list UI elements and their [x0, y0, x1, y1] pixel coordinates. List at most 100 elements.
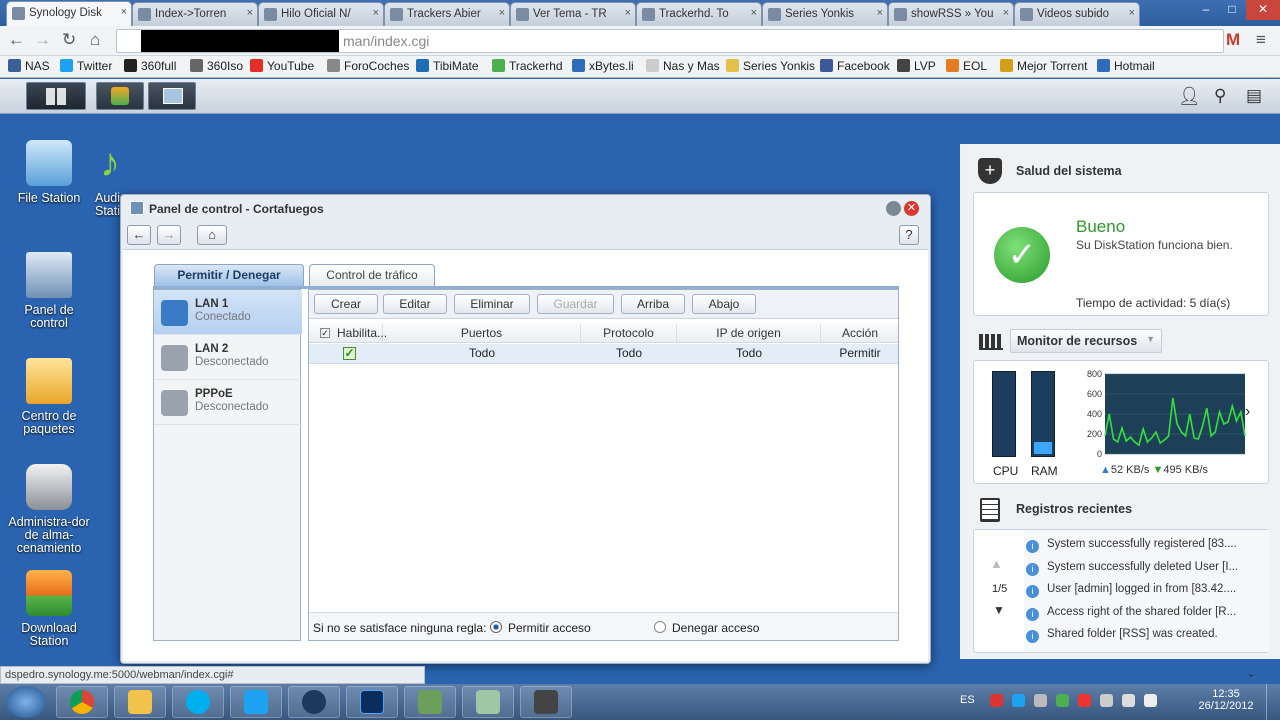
log-entry[interactable]: i Access right of the shared folder [R...	[1026, 606, 1236, 621]
clock[interactable]: 12:35 26/12/2012	[1196, 688, 1256, 712]
edit-button[interactable]: Editar	[383, 294, 447, 314]
forward-icon[interactable]: →	[34, 31, 51, 49]
storage-manager-icon[interactable]: Administra-dor de alma-cenamiento	[4, 464, 94, 555]
down-button[interactable]: Abajo	[692, 294, 756, 314]
main-menu-button[interactable]	[26, 82, 86, 110]
show-desktop-button[interactable]	[1266, 684, 1280, 720]
chrome-taskbar-icon[interactable]	[56, 686, 108, 718]
minimize-window-icon[interactable]	[886, 201, 901, 216]
bookmark-item[interactable]: LVP	[897, 59, 936, 73]
bookmark-item[interactable]: YouTube	[250, 59, 314, 73]
editor-taskbar-icon[interactable]	[404, 686, 456, 718]
window-back-button[interactable]: ←	[127, 225, 151, 245]
tab-close-icon[interactable]: ×	[625, 7, 631, 19]
download-station-desktop-icon[interactable]: Download Station	[4, 570, 94, 648]
reload-icon[interactable]: ↻	[62, 31, 76, 49]
browser-tab[interactable]: Trackers Abier ×	[384, 2, 510, 26]
deny-access-label[interactable]: Denegar acceso	[672, 621, 759, 635]
deny-access-radio[interactable]	[654, 621, 666, 633]
bookmark-item[interactable]: xBytes.li	[572, 59, 634, 73]
home-icon[interactable]: ⌂	[90, 31, 100, 49]
gmail-icon[interactable]: M	[1226, 31, 1240, 49]
tab-traffic-control[interactable]: Control de tráfico	[309, 264, 435, 286]
maximize-button[interactable]: □	[1218, 0, 1246, 20]
tab-close-icon[interactable]: ×	[1129, 7, 1135, 19]
browser-tab[interactable]: Series Yonkis ×	[762, 2, 888, 26]
twitter-taskbar-icon[interactable]	[230, 686, 282, 718]
search-icon[interactable]: ⚲	[1214, 86, 1226, 106]
collapse-icon[interactable]: ⌄	[1246, 666, 1256, 680]
tab-close-icon[interactable]: ×	[499, 7, 505, 19]
browser-tab[interactable]: showRSS » You ×	[888, 2, 1014, 26]
bookmark-item[interactable]: Trackerhd	[492, 59, 563, 73]
interface-lan2[interactable]: LAN 2 Desconectado	[154, 335, 302, 380]
close-window-icon[interactable]: ✕	[904, 201, 919, 216]
window-forward-button[interactable]: →	[157, 225, 181, 245]
bookmark-item[interactable]: 360full	[124, 59, 176, 73]
skype-taskbar-icon[interactable]	[172, 686, 224, 718]
log-entry[interactable]: i User [admin] logged in from [83.42....	[1026, 583, 1236, 598]
explorer-taskbar-icon[interactable]	[114, 686, 166, 718]
tray-icon[interactable]	[1122, 694, 1135, 707]
bookmark-item[interactable]: NAS	[8, 59, 50, 73]
bookmark-item[interactable]: Nas y Mas	[646, 59, 720, 73]
tab-close-icon[interactable]: ×	[373, 7, 379, 19]
firewall-window[interactable]: Panel de control - Cortafuegos ✕ ← → ⌂ ?…	[120, 194, 931, 664]
bookmark-item[interactable]: EOL	[946, 59, 987, 73]
photoshop-taskbar-icon[interactable]	[346, 686, 398, 718]
media-taskbar-icon[interactable]	[288, 686, 340, 718]
language-indicator[interactable]: ES	[960, 694, 975, 706]
tray-icon[interactable]	[1056, 694, 1069, 707]
browser-tab[interactable]: Index->Torren ×	[132, 2, 258, 26]
allow-access-label[interactable]: Permitir acceso	[508, 621, 591, 635]
rule-enabled-checkbox[interactable]: ✓	[343, 347, 356, 360]
interface-lan1[interactable]: LAN 1 Conectado	[154, 290, 302, 335]
bookmark-item[interactable]: ForoCoches	[327, 59, 409, 73]
tab-close-icon[interactable]: ×	[121, 6, 127, 18]
chevron-up-icon[interactable]: ▲	[990, 556, 1003, 571]
download-station-taskbar-icon[interactable]	[96, 82, 144, 110]
start-button[interactable]	[6, 686, 46, 718]
menu-icon[interactable]: ≡	[1256, 31, 1266, 49]
tool-taskbar-icon[interactable]	[520, 686, 572, 718]
column-header[interactable]: Protocolo	[581, 324, 677, 343]
log-entry[interactable]: i Shared folder [RSS] was created.	[1026, 628, 1218, 643]
column-header[interactable]: Puertos	[383, 324, 581, 343]
tray-icon[interactable]	[1034, 694, 1047, 707]
tab-close-icon[interactable]: ×	[1003, 7, 1009, 19]
browser-tab[interactable]: Hilo Oficial N/ ×	[258, 2, 384, 26]
chevron-right-icon[interactable]: ›	[1245, 403, 1250, 421]
close-window-button[interactable]: ✕	[1246, 0, 1280, 20]
control-panel-desktop-icon[interactable]: Panel de control	[4, 252, 94, 330]
resource-monitor-dropdown[interactable]: Monitor de recursos ▼	[1010, 329, 1162, 353]
chevron-down-icon[interactable]: ▼	[993, 603, 1005, 617]
browser-tab[interactable]: Ver Tema - TR ×	[510, 2, 636, 26]
tray-icon[interactable]	[990, 694, 1003, 707]
notepad-taskbar-icon[interactable]	[462, 686, 514, 718]
column-header[interactable]: Acción	[821, 324, 899, 343]
tab-allow-deny[interactable]: Permitir / Denegar	[154, 264, 304, 286]
bookmark-item[interactable]: Twitter	[60, 59, 112, 73]
select-all-checkbox[interactable]: ✓	[320, 328, 330, 338]
control-panel-taskbar-icon[interactable]	[148, 82, 196, 110]
bookmark-item[interactable]: Mejor Torrent	[1000, 59, 1087, 73]
bookmark-item[interactable]: Hotmail	[1097, 59, 1155, 73]
tray-icon[interactable]	[1100, 694, 1113, 707]
browser-tab[interactable]: Trackerhd. To ×	[636, 2, 762, 26]
column-header[interactable]: IP de origen	[677, 324, 821, 343]
allow-access-radio[interactable]	[490, 621, 502, 633]
bookmark-item[interactable]: 360Iso	[190, 59, 243, 73]
bookmark-item[interactable]: Facebook	[820, 59, 890, 73]
log-entry[interactable]: i System successfully deleted User [I...	[1026, 561, 1238, 576]
widgets-icon[interactable]: ▤	[1246, 86, 1262, 106]
bookmark-item[interactable]: Series Yonkis	[726, 59, 815, 73]
tray-icon[interactable]	[1012, 694, 1025, 707]
back-icon[interactable]: ←	[8, 31, 25, 49]
log-entry[interactable]: i System successfully registered [83....	[1026, 538, 1237, 553]
tray-icon[interactable]	[1144, 694, 1157, 707]
tab-close-icon[interactable]: ×	[877, 7, 883, 19]
tray-icon[interactable]	[1078, 694, 1091, 707]
tab-close-icon[interactable]: ×	[247, 7, 253, 19]
bookmark-item[interactable]: TibiMate	[416, 59, 479, 73]
tab-close-icon[interactable]: ×	[751, 7, 757, 19]
